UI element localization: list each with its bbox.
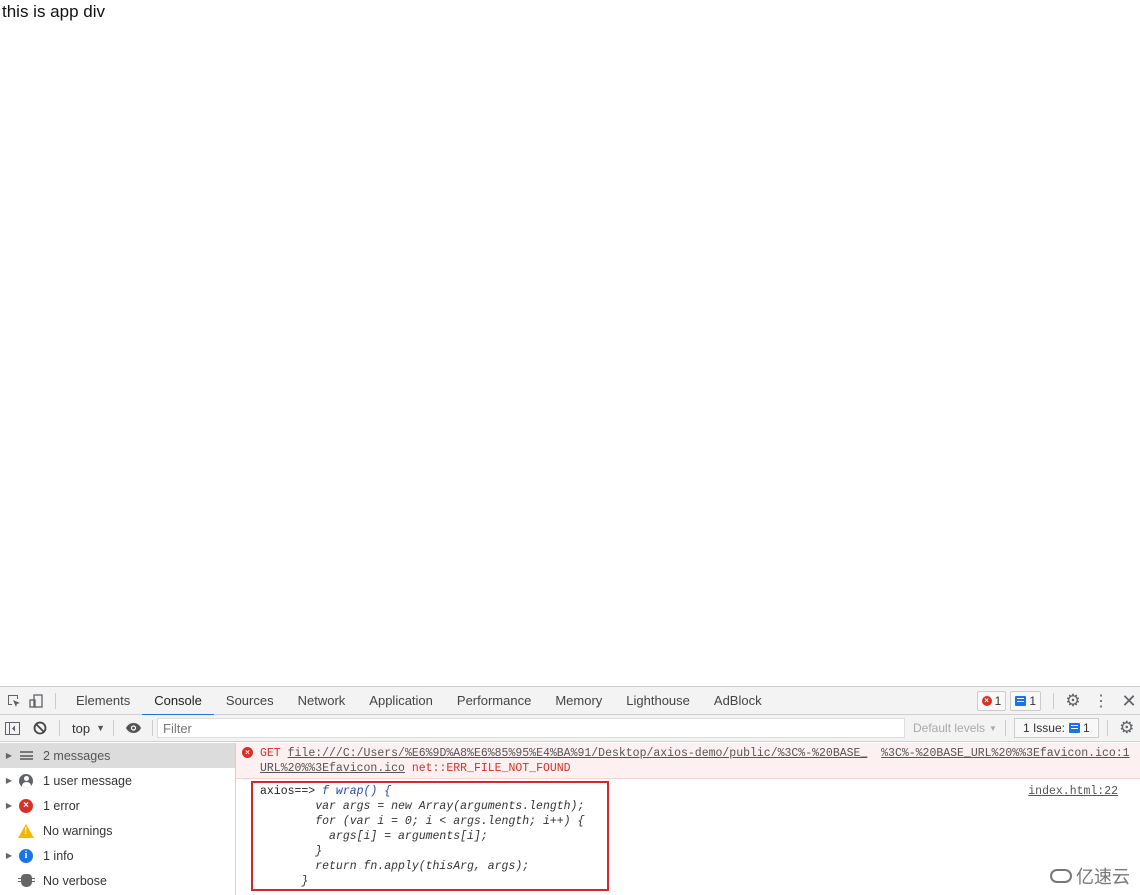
console-settings-icon[interactable]: ⚙ (1116, 717, 1138, 739)
divider (152, 720, 153, 736)
error-url-link-continued[interactable]: URL%20%%3Efavicon.ico (260, 762, 405, 775)
sidebar-item-label: 1 error (43, 798, 80, 813)
expand-arrow-icon[interactable]: ▶ (0, 851, 18, 860)
error-icon: × (242, 747, 253, 758)
error-count-badge[interactable]: × 1 (976, 691, 1007, 711)
eye-icon[interactable] (122, 717, 144, 739)
console-output: × GET file:///C:/Users/%E6%9D%A8%E6%85%9… (236, 743, 1140, 895)
error-source-link[interactable]: %3C%-%20BASE_URL%20%%3Efavicon.ico:1 (881, 747, 1129, 760)
app-div-text: this is app div (2, 2, 105, 21)
console-log-message: axios==> f wrap() { var args = new Array… (236, 779, 1140, 891)
console-toolbar: top ▼ Default levels ▼ 1 Issue: 1 ⚙ (0, 715, 1140, 742)
cloud-logo-icon (1050, 869, 1072, 883)
console-error-message: × GET file:///C:/Users/%E6%9D%A8%E6%85%9… (236, 743, 1140, 779)
caret-down-icon: ▼ (989, 723, 997, 733)
sidebar-item-1-info[interactable]: ▶ i 1 info (0, 843, 235, 868)
clear-console-icon[interactable] (29, 717, 51, 739)
tab-performance[interactable]: Performance (445, 687, 543, 715)
sidebar-item-label: No warnings (43, 823, 113, 838)
code-line: } (260, 875, 309, 888)
tab-lighthouse[interactable]: Lighthouse (614, 687, 702, 715)
context-selector[interactable]: top ▼ (72, 721, 105, 736)
log-code: axios==> f wrap() { var args = new Array… (260, 784, 584, 889)
sidebar-item-1-user-message[interactable]: ▶ 1 user message (0, 768, 235, 793)
log-levels-dropdown[interactable]: Default levels ▼ (913, 721, 997, 735)
sidebar-item-label: 2 messages (43, 748, 111, 763)
watermark: 亿速云 (1050, 863, 1130, 889)
sidebar-item-label: 1 user message (43, 773, 132, 788)
tab-elements[interactable]: Elements (64, 687, 142, 715)
close-icon[interactable]: ✕ (1118, 690, 1140, 712)
message-icon (1015, 696, 1027, 706)
tab-application[interactable]: Application (357, 687, 445, 715)
tab-network[interactable]: Network (286, 687, 358, 715)
message-count-badge[interactable]: 1 (1010, 691, 1041, 711)
sidebar-item-2-messages[interactable]: ▶ 2 messages (0, 743, 235, 768)
tab-console[interactable]: Console (142, 687, 214, 716)
divider (113, 720, 114, 736)
divider (1053, 693, 1054, 709)
divider (59, 720, 60, 736)
list-icon (18, 748, 34, 764)
source-location-link[interactable]: index.html:22 (1028, 785, 1118, 798)
inspect-element-icon[interactable] (3, 690, 25, 712)
sidebar-toggle-icon[interactable] (1, 717, 23, 739)
divider (1004, 720, 1006, 736)
info-icon: i (18, 848, 34, 864)
message-icon (1069, 723, 1080, 733)
tab-memory[interactable]: Memory (543, 687, 614, 715)
issues-button[interactable]: 1 Issue: 1 (1013, 718, 1099, 738)
code-line: f wrap() { (322, 785, 392, 798)
tab-sources[interactable]: Sources (214, 687, 286, 715)
expand-arrow-icon[interactable]: ▶ (0, 801, 18, 810)
sidebar-item-label: 1 info (43, 848, 74, 863)
divider (55, 692, 56, 709)
bug-icon-glyph (17, 874, 35, 887)
sidebar-item-no-warnings[interactable]: No warnings (0, 818, 235, 843)
list-icon-glyph (19, 751, 33, 760)
error-icon-glyph: × (19, 798, 33, 813)
expand-arrow-icon[interactable]: ▶ (0, 776, 18, 785)
code-line: var args = new Array(arguments.length); (260, 800, 585, 813)
expand-arrow-icon[interactable]: ▶ (0, 751, 18, 760)
error-url-link[interactable]: file:///C:/Users/%E6%9D%A8%E6%85%95%E4%B… (288, 747, 868, 760)
bug-icon (17, 873, 35, 889)
log-prefix: axios==> (260, 785, 323, 798)
divider (1106, 720, 1108, 736)
sidebar-item-no-verbose[interactable]: No verbose (0, 868, 235, 893)
warning-icon-glyph (18, 823, 34, 838)
tab-adblock[interactable]: AdBlock (702, 687, 774, 715)
devtools-tabbar: Elements Console Sources Network Application… (0, 687, 1140, 716)
caret-down-icon: ▼ (96, 723, 105, 733)
user-icon (18, 773, 34, 789)
error-icon: × (981, 696, 992, 706)
sidebar-item-1-error[interactable]: ▶ × 1 error (0, 793, 235, 818)
code-line: for (var i = 0; i < args.length; i++) { (260, 815, 585, 828)
info-icon-glyph: i (19, 848, 33, 863)
error-icon: × (18, 798, 34, 814)
code-line: } (260, 845, 323, 858)
devtools-panel: Elements Console Sources Network Application… (0, 686, 1140, 895)
filter-input[interactable] (157, 718, 905, 738)
user-icon-glyph (19, 773, 33, 788)
code-line: args[i] = arguments[i]; (260, 830, 488, 843)
console-sidebar: ▶2 messages▶1 user message▶×1 errorNo wa… (0, 743, 236, 895)
gear-icon[interactable]: ⚙ (1062, 690, 1084, 712)
device-toolbar-icon[interactable] (25, 690, 47, 712)
sidebar-item-label: No verbose (43, 873, 107, 888)
more-options-icon[interactable]: ⋮ (1090, 690, 1112, 712)
warning-icon (18, 823, 34, 839)
code-line: return fn.apply(thisArg, args); (260, 860, 530, 873)
